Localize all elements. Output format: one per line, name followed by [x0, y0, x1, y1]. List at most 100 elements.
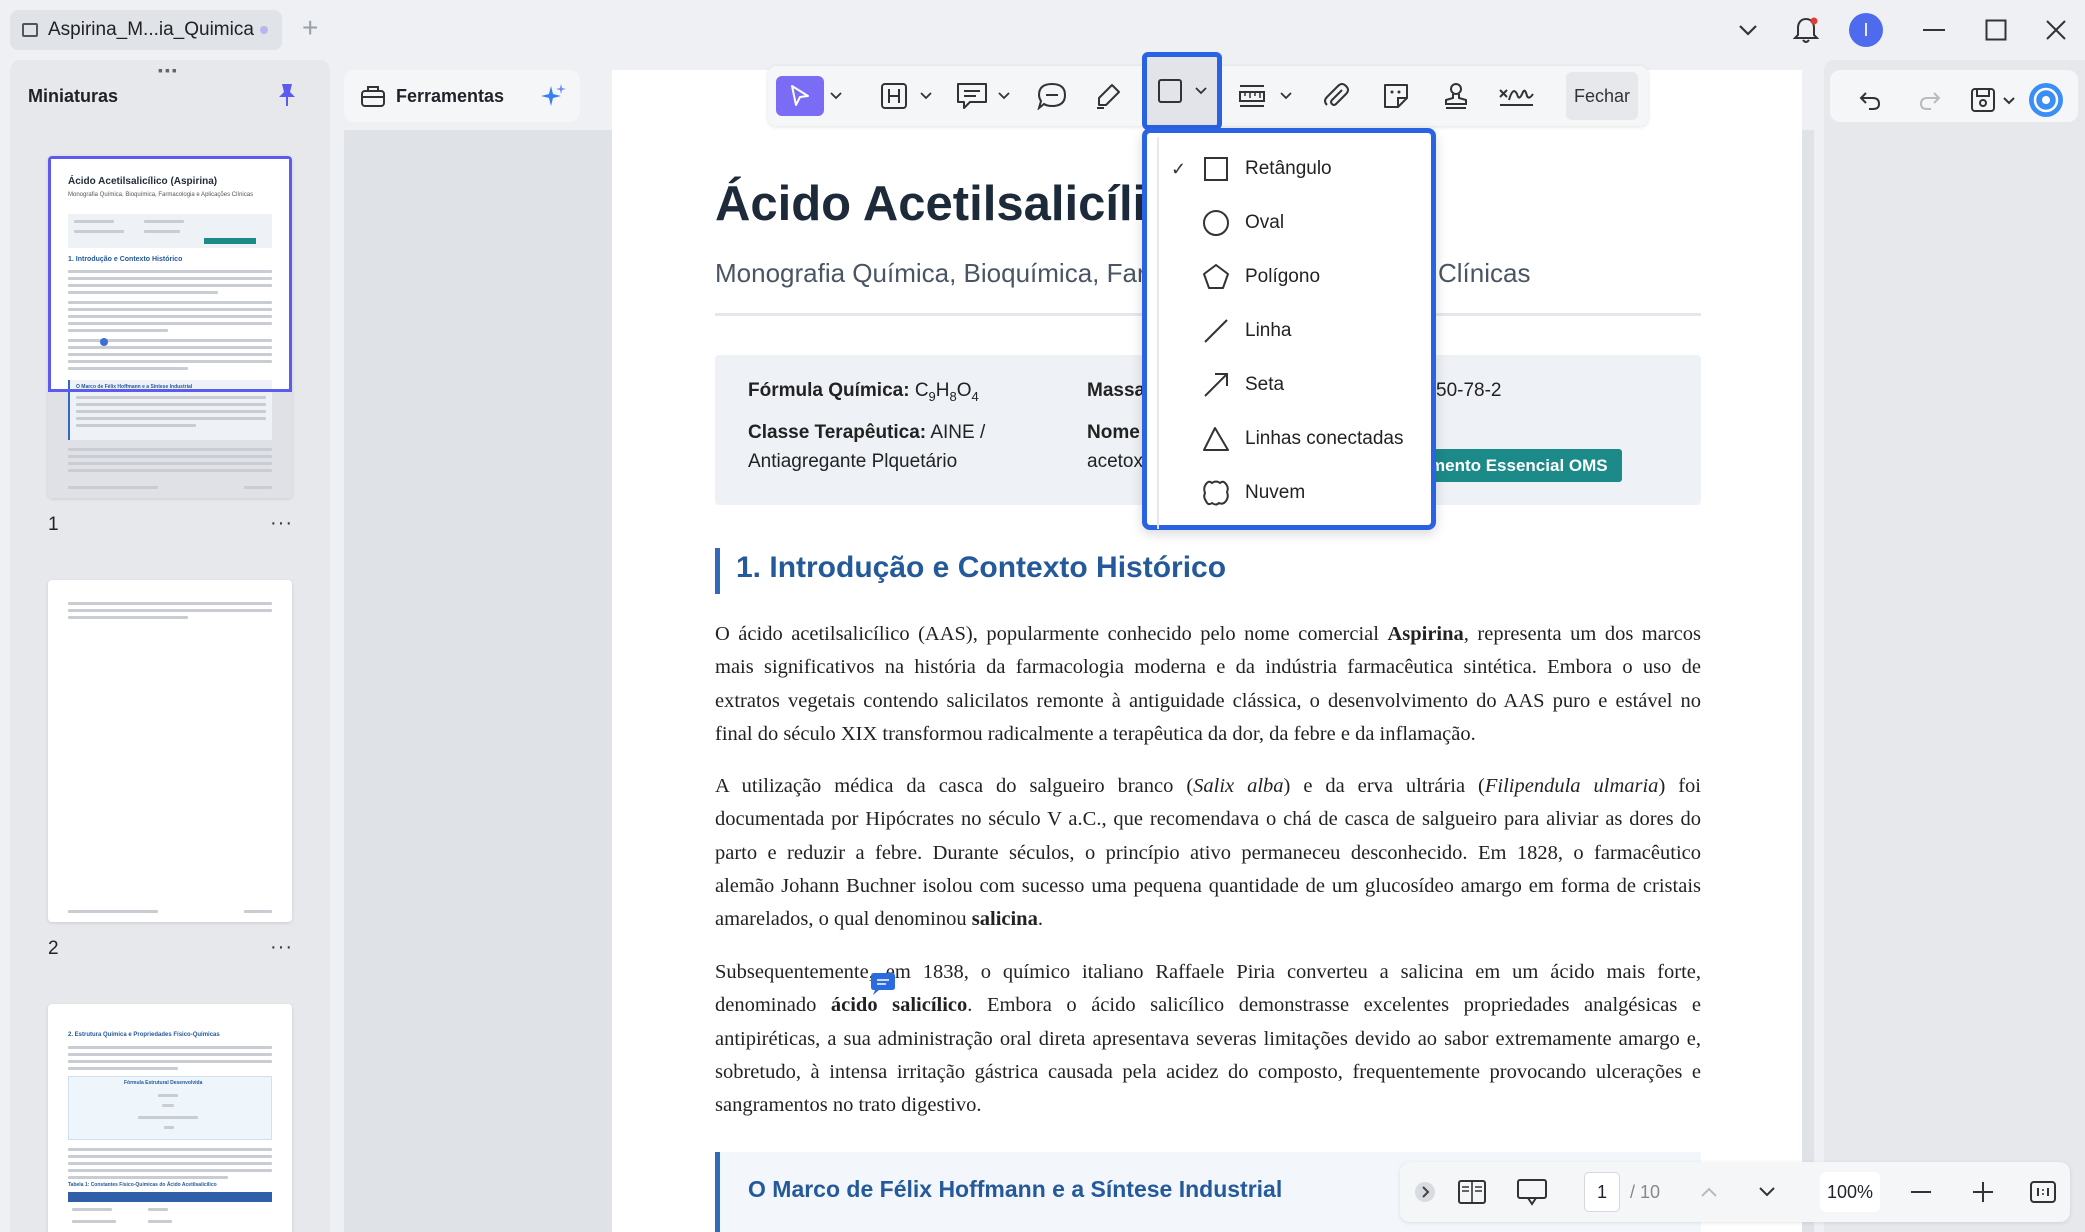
chevron-down-icon[interactable] [916, 76, 936, 116]
connected-lines-icon [1203, 427, 1229, 451]
save-icon[interactable] [1964, 80, 2024, 120]
bell-icon[interactable] [1788, 12, 1824, 48]
document-subtitle: Monografia Química, Bioquímica, Far [715, 258, 1146, 289]
text-line: mais significativos na história da farma… [715, 656, 1701, 679]
menu-item-label: Linhas conectadas [1245, 428, 1404, 449]
new-tab-button[interactable]: + [302, 14, 318, 42]
menu-item-label: Oval [1245, 212, 1285, 233]
tools-button[interactable]: Ferramentas [344, 70, 580, 122]
select-tool-button[interactable] [776, 76, 824, 116]
zoom-in-icon[interactable] [1968, 1170, 1998, 1214]
menu-item-label: Polígono [1245, 266, 1321, 287]
document-icon [22, 23, 38, 37]
menu-item-oval[interactable]: Oval [1147, 199, 1431, 247]
comment-marker-icon[interactable] [869, 972, 897, 996]
text-line: sobretudo, à intensa irritação gástrica … [715, 1060, 1701, 1083]
signature-icon[interactable] [1494, 76, 1538, 116]
text-line: parto e reduzir a febre. Durante séculos… [715, 841, 1701, 864]
zoom-out-icon[interactable] [1906, 1170, 1936, 1214]
close-toolbar-button[interactable]: Fechar [1566, 72, 1638, 120]
menu-item-line[interactable]: Linha [1147, 307, 1431, 355]
avatar-initial: I [1849, 13, 1883, 47]
next-page-icon[interactable] [1752, 1170, 1782, 1214]
page-layout-icon[interactable] [1454, 1170, 1490, 1214]
chevron-down-icon[interactable] [1276, 76, 1296, 116]
mass-label: Massa [1087, 380, 1146, 401]
previous-page-icon[interactable] [1694, 1170, 1724, 1214]
menu-item-rectangle[interactable]: ✓ Retângulo [1147, 145, 1431, 193]
chevron-down-icon[interactable] [994, 76, 1014, 116]
name-value: acetox [1087, 451, 1143, 472]
document-tab[interactable]: Aspirina_M...ia_Quimica [10, 10, 282, 50]
menu-item-cloud[interactable]: Nuvem [1147, 469, 1431, 517]
formula-field: Fórmula Química: C9H8O4 [748, 380, 979, 404]
class-value: AINE / [930, 422, 986, 443]
right-panel [1824, 60, 2085, 1232]
rectangle-icon [1204, 157, 1228, 181]
menu-item-polygon[interactable]: Polígono [1147, 253, 1431, 301]
page-thumbnail-1[interactable]: Ácido Acetilsalicílico (Aspirina) Monogr… [48, 156, 292, 498]
maximize-icon[interactable] [1978, 12, 2014, 48]
current-page-input[interactable]: 1 [1584, 1172, 1620, 1212]
attachment-icon[interactable] [1316, 76, 1356, 116]
zoom-level[interactable]: 100% [1820, 1172, 1880, 1212]
stamp-icon[interactable] [1436, 76, 1476, 116]
thumb-more-button[interactable]: ··· [270, 936, 293, 959]
menu-item-arrow[interactable]: Seta [1147, 361, 1431, 409]
paragraph-1: O ácido acetilsalicílico (AAS), popularm… [715, 618, 1701, 751]
chat-bubble-icon[interactable] [1032, 76, 1072, 116]
actual-size-icon[interactable] [2026, 1170, 2060, 1214]
text-line: amarelados, o qual denominou salicina. [715, 908, 1043, 931]
sticker-icon[interactable] [1376, 76, 1416, 116]
select-tool-dropdown[interactable] [826, 76, 846, 116]
redo-icon[interactable] [1910, 80, 1950, 120]
menu-item-label: Nuvem [1245, 482, 1306, 503]
presentation-icon[interactable] [1514, 1170, 1550, 1214]
oval-icon [1203, 210, 1229, 236]
formula-h: H [935, 380, 950, 401]
thumb-more-button[interactable]: ··· [270, 512, 293, 535]
formula-h-sub: 8 [949, 388, 957, 404]
pin-icon[interactable] [276, 82, 298, 108]
menu-item-label: Linha [1245, 320, 1292, 341]
section-accent-bar [715, 548, 720, 594]
page-thumbnail-3[interactable]: 2. Estrutura Química e Propriedades Físi… [48, 1004, 292, 1232]
polygon-icon [1203, 264, 1229, 289]
text-line: documentada por Hipócrates no século V a… [715, 808, 1701, 831]
close-window-icon[interactable] [2038, 12, 2074, 48]
ai-assistant-icon[interactable] [2026, 80, 2066, 120]
undo-icon[interactable] [1850, 80, 1890, 120]
shape-tool-button[interactable] [1142, 52, 1222, 130]
tab-title: Aspirina_M...ia_Quimica [48, 19, 254, 40]
class-label: Classe Terapêutica: [748, 422, 927, 443]
status-badge: mento Essencial OMS [1416, 449, 1622, 482]
formula-c: C [914, 380, 929, 401]
ai-sparkle-icon[interactable] [538, 82, 568, 112]
user-avatar[interactable]: I [1848, 12, 1884, 48]
note-comment-icon[interactable] [952, 76, 992, 116]
minimize-icon[interactable] [1916, 12, 1952, 48]
class-value-line-2: Antiagregante Plquetário [748, 451, 958, 472]
page-thumbnail-2[interactable] [48, 580, 292, 922]
thumb-section: 2. Estrutura Química e Propriedades Físi… [68, 1032, 220, 1038]
line-icon [1204, 319, 1228, 343]
chevron-down-icon[interactable] [1730, 12, 1766, 48]
menu-item-connected-lines[interactable]: Linhas conectadas [1147, 415, 1431, 463]
menu-item-label: Seta [1245, 374, 1285, 395]
section-heading: 1. Introdução e Contexto Histórico [736, 551, 1227, 584]
text-line: O ácido acetilsalicílico (AAS), popularm… [715, 623, 1701, 645]
paragraph-3: Subsequentemente, em 1838, o químico ita… [715, 956, 1701, 1122]
subtitle-left: Monografia Química, Bioquímica, Far [715, 258, 1146, 288]
cursor-icon [791, 85, 809, 106]
check-icon: ✓ [1171, 158, 1187, 179]
formula-label: Fórmula Química: [748, 380, 910, 401]
text-box-icon[interactable] [874, 76, 914, 116]
formula-o-sub: 4 [971, 388, 979, 404]
tools-label: Ferramentas [396, 85, 505, 106]
rectangle-icon [1158, 79, 1182, 103]
expand-nav-icon[interactable] [1410, 1170, 1440, 1214]
thumb-box-title: Fórmula Estrutural Desenvolvida [124, 1080, 203, 1086]
panel-resize-grip[interactable]: ▪▪▪ [158, 62, 179, 78]
highlighter-icon[interactable] [1088, 76, 1128, 116]
measure-icon[interactable] [1232, 76, 1272, 116]
